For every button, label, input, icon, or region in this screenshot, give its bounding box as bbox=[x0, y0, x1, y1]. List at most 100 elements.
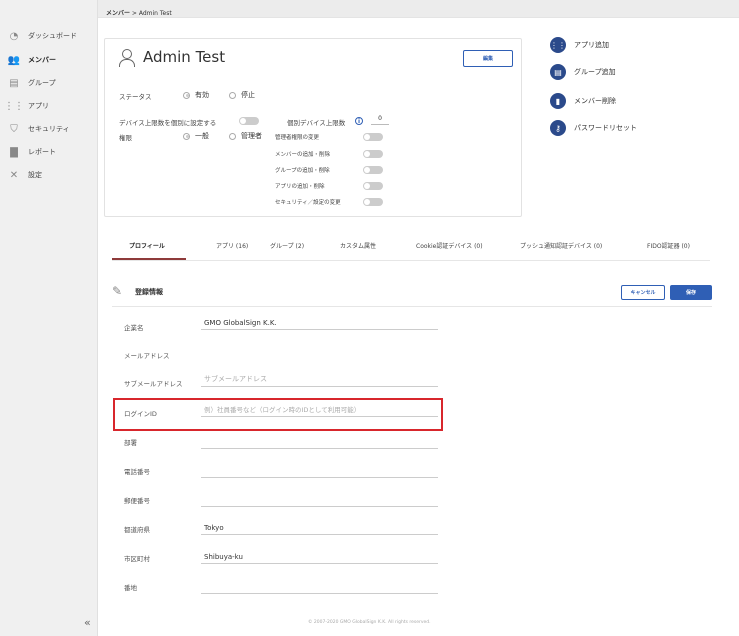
edit-button[interactable]: 編集 bbox=[463, 50, 513, 67]
radio-label: 停止 bbox=[241, 91, 255, 99]
tab-fido[interactable]: FIDO認証器 (0) bbox=[647, 241, 690, 250]
permission-label: グループの追加・削除 bbox=[275, 168, 330, 174]
member-card: Admin Test 編集 ステータス 有効 停止 デバイス上限数を個別に設定す… bbox=[104, 38, 522, 217]
group-icon: ▤ bbox=[9, 77, 19, 89]
sidebar-item-label: メンバー bbox=[28, 56, 56, 64]
permission-toggle-admin-rights[interactable] bbox=[363, 133, 383, 141]
sidebar-item-settings[interactable]: ✕ 設定 bbox=[8, 167, 42, 183]
radio-dot bbox=[229, 132, 236, 140]
save-button[interactable]: 保存 bbox=[670, 285, 712, 300]
sidebar-item-label: アプリ bbox=[28, 102, 49, 110]
grid-icon: ⋮⋮ bbox=[550, 37, 566, 53]
field-label: 郵便番号 bbox=[124, 497, 150, 505]
status-label: ステータス bbox=[119, 93, 152, 101]
shield-icon: ⛉ bbox=[10, 123, 18, 135]
field-label: 企業名 bbox=[124, 324, 144, 332]
permission-toggle-members[interactable] bbox=[363, 150, 383, 158]
permission-toggle-security[interactable] bbox=[363, 198, 383, 206]
sidebar-item-reports[interactable]: ▇ レポート bbox=[8, 144, 56, 160]
tab-profile[interactable]: プロフィール bbox=[129, 241, 165, 250]
sidebar-item-label: セキュリティ bbox=[28, 125, 70, 133]
sidebar-item-members[interactable]: 👥 メンバー bbox=[8, 52, 56, 68]
permission-toggle-apps[interactable] bbox=[363, 182, 383, 190]
breadcrumb-parent[interactable]: メンバー bbox=[106, 10, 130, 17]
city-input[interactable]: Shibuya-ku bbox=[201, 550, 438, 564]
device-limit-label: デバイス上限数を個別に設定する bbox=[119, 119, 217, 127]
individual-limit-label: 個別デバイス上限数 bbox=[287, 119, 346, 127]
cancel-button[interactable]: キャンセル bbox=[621, 285, 665, 300]
radio-dot bbox=[183, 132, 190, 140]
breadcrumb-current: Admin Test bbox=[138, 10, 172, 17]
sidebar-item-label: 設定 bbox=[28, 171, 42, 179]
role-general-radio[interactable]: 一般 bbox=[183, 131, 209, 141]
copyright: © 2007-2020 GMO GlobalSign K.K. All righ… bbox=[308, 620, 431, 625]
add-group-action[interactable]: ▤ グループ追加 bbox=[550, 64, 616, 80]
sidebar-item-security[interactable]: ⛉ セキュリティ bbox=[8, 121, 70, 137]
action-label: グループ追加 bbox=[574, 68, 616, 76]
sub-email-input[interactable]: サブメールアドレス bbox=[201, 373, 438, 387]
tab-divider bbox=[112, 260, 710, 261]
field-label: 部署 bbox=[124, 439, 137, 447]
group-add-icon: ▤ bbox=[550, 64, 566, 80]
sidebar-item-label: レポート bbox=[28, 148, 56, 156]
sidebar-item-dashboard[interactable]: ◔ ダッシュボード bbox=[8, 28, 77, 44]
role-label: 権限 bbox=[119, 134, 132, 142]
permission-label: セキュリティ／設定の変更 bbox=[275, 200, 341, 206]
action-label: パスワードリセット bbox=[574, 124, 637, 132]
department-input[interactable] bbox=[201, 435, 438, 449]
section-divider bbox=[112, 306, 712, 307]
trash-icon: ▮ bbox=[550, 93, 566, 109]
radio-label: 管理者 bbox=[241, 132, 262, 140]
status-suspended-radio[interactable]: 停止 bbox=[229, 90, 255, 100]
tab-groups[interactable]: グループ (2) bbox=[270, 241, 304, 250]
field-label: メールアドレス bbox=[124, 352, 170, 360]
action-label: アプリ追加 bbox=[574, 41, 609, 49]
password-reset-action[interactable]: ⚷ パスワードリセット bbox=[550, 120, 637, 136]
report-icon: ▇ bbox=[10, 146, 18, 158]
member-name: Admin Test bbox=[143, 48, 226, 66]
member-header: Admin Test bbox=[119, 48, 226, 67]
individual-limit-input[interactable]: 0 bbox=[371, 115, 389, 125]
phone-input[interactable] bbox=[201, 464, 438, 478]
sidebar: ◔ ダッシュボード 👥 メンバー ▤ グループ ⋮⋮ アプリ ⛉ セキュリティ … bbox=[0, 0, 98, 636]
company-name-input[interactable]: GMO GlobalSign K.K. bbox=[201, 316, 438, 330]
breadcrumb: メンバー > Admin Test bbox=[106, 8, 172, 17]
role-admin-radio[interactable]: 管理者 bbox=[229, 131, 262, 141]
radio-label: 一般 bbox=[195, 132, 209, 140]
field-label: 電話番号 bbox=[124, 468, 150, 476]
person-icon bbox=[119, 48, 135, 67]
action-label: メンバー削除 bbox=[574, 97, 616, 105]
breadcrumb-separator: > bbox=[130, 10, 139, 17]
section-title: 登録情報 bbox=[135, 288, 163, 296]
tab-active-indicator bbox=[112, 258, 186, 260]
permission-label: 管理者権限の変更 bbox=[275, 135, 320, 141]
tab-custom-attributes[interactable]: カスタム属性 bbox=[340, 241, 376, 250]
dashboard-icon: ◔ bbox=[9, 30, 19, 42]
field-label: 都道府県 bbox=[124, 526, 150, 534]
radio-dot bbox=[229, 91, 236, 99]
permission-label: メンバーの追加・削除 bbox=[275, 152, 331, 158]
key-icon: ⚷ bbox=[550, 120, 566, 136]
edit-note-icon: ✎ bbox=[112, 284, 123, 298]
status-active-radio[interactable]: 有効 bbox=[183, 90, 209, 100]
address-input[interactable] bbox=[201, 580, 438, 594]
tab-cookie-devices[interactable]: Cookie認証デバイス (0) bbox=[416, 241, 483, 250]
field-label: サブメールアドレス bbox=[124, 380, 183, 388]
sidebar-item-groups[interactable]: ▤ グループ bbox=[8, 75, 56, 91]
radio-label: 有効 bbox=[195, 91, 209, 99]
sidebar-collapse-button[interactable]: « bbox=[84, 616, 91, 629]
sidebar-item-apps[interactable]: ⋮⋮ アプリ bbox=[4, 98, 49, 114]
device-limit-toggle[interactable] bbox=[239, 117, 259, 125]
delete-member-action[interactable]: ▮ メンバー削除 bbox=[550, 93, 616, 109]
members-icon: 👥 bbox=[7, 54, 21, 66]
tab-apps[interactable]: アプリ (16) bbox=[216, 241, 248, 250]
add-app-action[interactable]: ⋮⋮ アプリ追加 bbox=[550, 37, 609, 53]
radio-dot bbox=[183, 91, 190, 99]
sidebar-item-label: グループ bbox=[28, 79, 56, 87]
tab-push-devices[interactable]: プッシュ通知認証デバイス (0) bbox=[520, 241, 602, 250]
postal-code-input[interactable] bbox=[201, 493, 438, 507]
settings-icon: ✕ bbox=[9, 169, 19, 181]
permission-toggle-groups[interactable] bbox=[363, 166, 383, 174]
info-icon[interactable]: i bbox=[355, 117, 363, 125]
prefecture-input[interactable]: Tokyo bbox=[201, 521, 438, 535]
